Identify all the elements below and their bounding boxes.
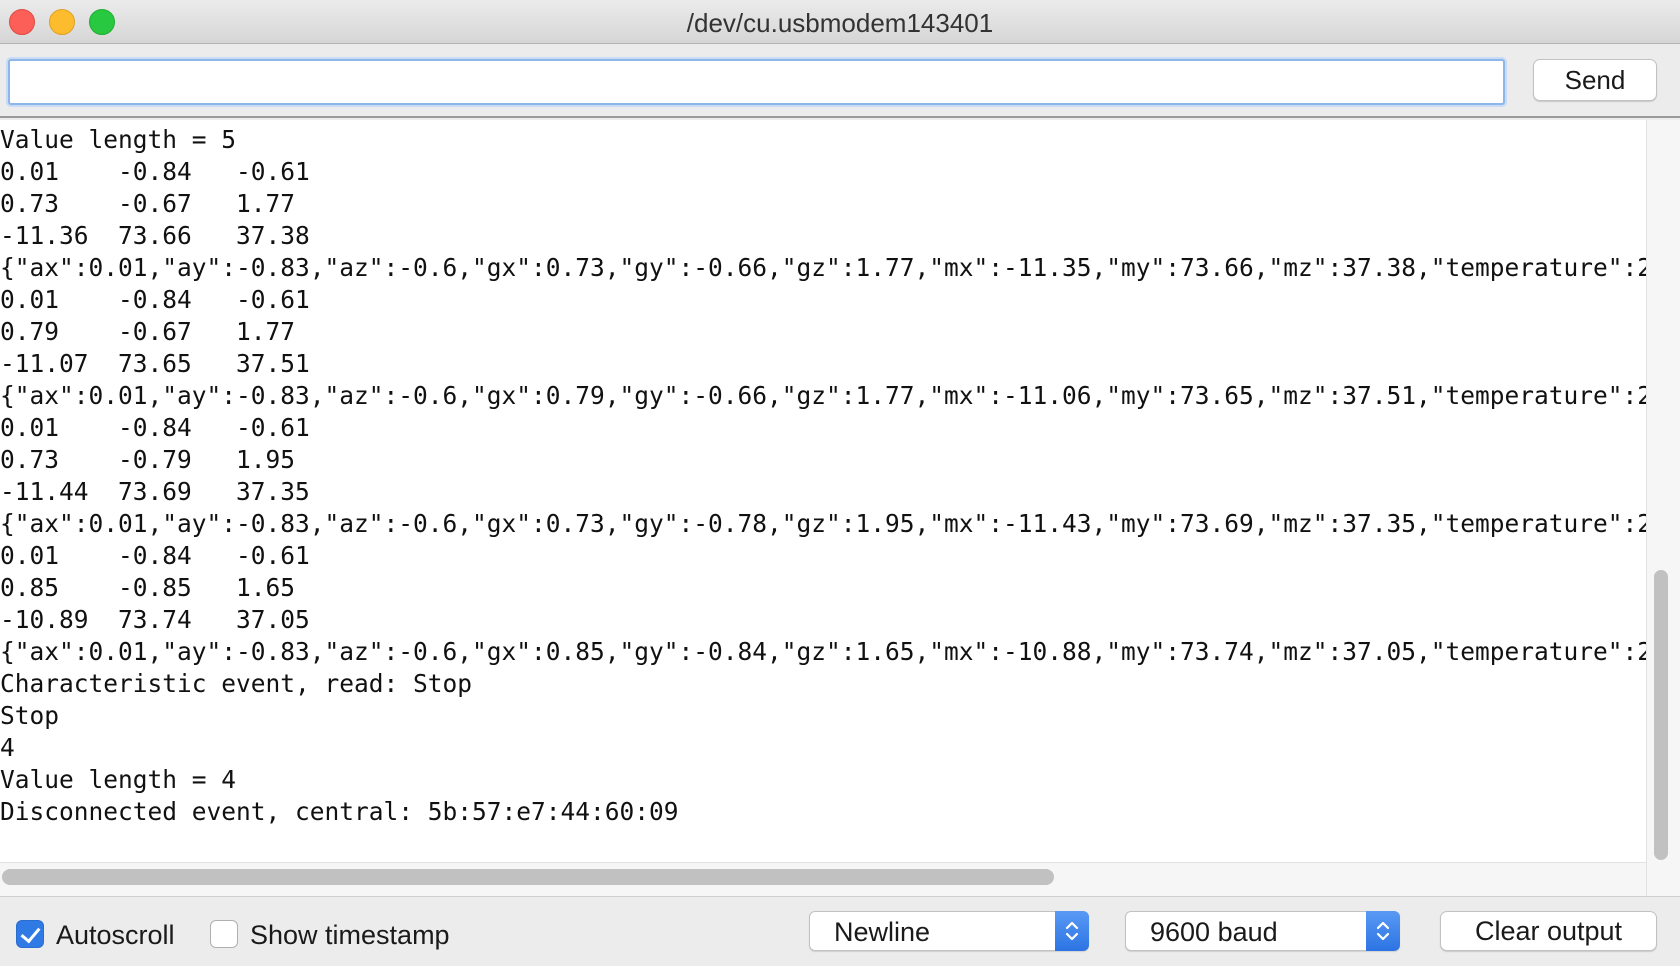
show-timestamp-checkbox[interactable]: [210, 920, 238, 948]
output-line: {"ax":0.01,"ay":-0.83,"az":-0.6,"gx":0.7…: [0, 509, 1646, 538]
clear-output-button[interactable]: Clear output: [1440, 911, 1657, 951]
output-line: -11.44 73.69 37.35: [0, 477, 310, 506]
chevron-updown-icon: [1366, 911, 1400, 951]
send-input[interactable]: [8, 59, 1505, 105]
output-line: 0.01 -0.84 -0.61: [0, 157, 310, 186]
output-line: 0.79 -0.67 1.77: [0, 317, 296, 346]
output-line: Value length = 4: [0, 765, 237, 794]
send-row: Send: [0, 44, 1680, 118]
output-line: -10.89 73.74 37.05: [0, 605, 310, 634]
output-line: {"ax":0.01,"ay":-0.83,"az":-0.6,"gx":0.7…: [0, 253, 1646, 282]
show-timestamp-label: Show timestamp: [250, 920, 450, 950]
output-line: {"ax":0.01,"ay":-0.83,"az":-0.6,"gx":0.7…: [0, 381, 1646, 410]
chevron-updown-icon: [1055, 911, 1089, 951]
baud-rate-value: 9600 baud: [1150, 917, 1278, 947]
baud-rate-select[interactable]: 9600 baud: [1125, 911, 1400, 951]
autoscroll-label: Autoscroll: [56, 920, 175, 950]
output-line: Stop: [0, 701, 60, 730]
output-line: Value length = 5: [0, 125, 237, 154]
title-bar: /dev/cu.usbmodem143401: [0, 0, 1680, 44]
send-button[interactable]: Send: [1533, 59, 1657, 101]
output-line: Disconnected event, central: 5b:57:e7:44…: [0, 797, 679, 826]
output-line: -11.07 73.65 37.51: [0, 349, 310, 378]
serial-output[interactable]: Value length = 5 0.01 -0.84 -0.61 0.73 -0.…: [0, 120, 1646, 862]
output-line: 0.01 -0.84 -0.61: [0, 285, 310, 314]
output-line: 0.73 -0.79 1.95: [0, 445, 296, 474]
window-title: /dev/cu.usbmodem143401: [686, 8, 994, 38]
vertical-scrollbar-thumb[interactable]: [1654, 570, 1668, 860]
line-ending-select[interactable]: Newline: [809, 911, 1089, 951]
output-line: 0.73 -0.67 1.77: [0, 189, 296, 218]
output-line: -11.36 73.66 37.38: [0, 221, 310, 250]
output-line: Characteristic event, read: Stop: [0, 669, 473, 698]
output-line: 0.01 -0.84 -0.61: [0, 541, 310, 570]
output-line: 4: [0, 733, 15, 762]
line-ending-value: Newline: [834, 917, 931, 947]
output-line: {"ax":0.01,"ay":-0.83,"az":-0.6,"gx":0.8…: [0, 637, 1646, 666]
output-line: 0.01 -0.84 -0.61: [0, 413, 310, 442]
autoscroll-checkbox[interactable]: [16, 920, 44, 948]
output-lines: Value length = 5 0.01 -0.84 -0.61 0.73 -0.…: [0, 124, 1646, 828]
output-line: 0.85 -0.85 1.65: [0, 573, 296, 602]
horizontal-scrollbar-thumb[interactable]: [2, 869, 1054, 885]
